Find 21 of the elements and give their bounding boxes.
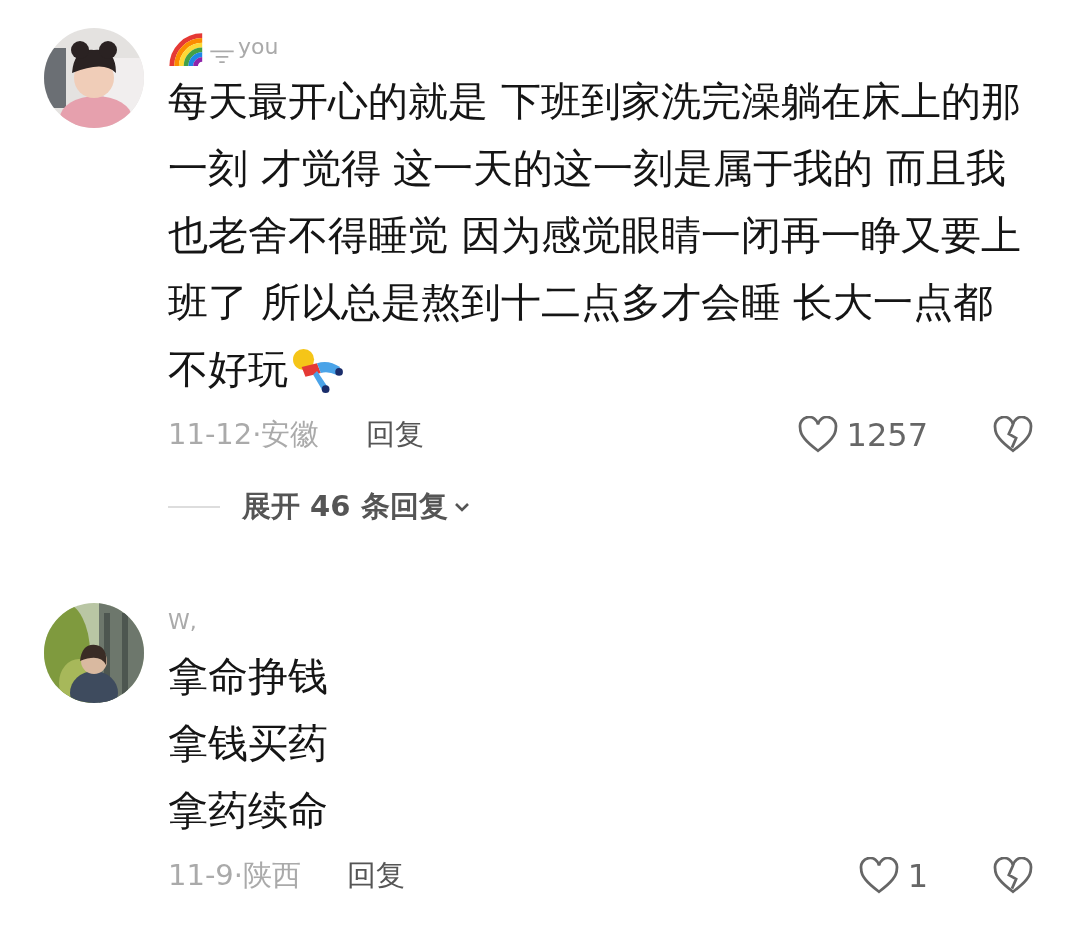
comment-date-location: 11-9·陕西 xyxy=(168,857,302,894)
heart-icon xyxy=(857,857,900,895)
like-count: 1 xyxy=(907,857,928,895)
comment-date-location: 11-12·安徽 xyxy=(168,416,320,453)
comment-text: 不好玩 xyxy=(168,345,288,394)
broken-heart-icon[interactable] xyxy=(992,857,1034,895)
comment-text: 也老舍不得睡觉 因为感觉眼睛一闭再一睁又要上 xyxy=(168,211,1021,260)
comment-text: 一刻 才觉得 这一天的这一刻是属于我的 而且我 xyxy=(168,144,1007,193)
comment-text: 拿命挣钱 xyxy=(168,652,328,701)
like-button[interactable]: 1 xyxy=(857,857,928,895)
like-count: 1257 xyxy=(846,416,928,454)
expand-replies-button[interactable]: 展开 46 条回复 xyxy=(242,487,472,527)
comment-text: 拿药续命 xyxy=(168,786,328,835)
comment-text: 每天最开心的就是 下班到家洗完澡躺在床上的那 xyxy=(168,77,1021,126)
reply-button[interactable]: 回复 xyxy=(347,856,406,896)
heart-icon xyxy=(796,416,839,454)
like-button[interactable]: 1257 xyxy=(796,416,928,454)
reply-button[interactable]: 回复 xyxy=(365,415,424,455)
comment-text: 拿钱买药 xyxy=(168,719,328,768)
comment-text: 班了 所以总是熬到十二点多才会睡 长大一点都 xyxy=(168,278,994,327)
broken-heart-icon[interactable] xyxy=(992,416,1034,454)
